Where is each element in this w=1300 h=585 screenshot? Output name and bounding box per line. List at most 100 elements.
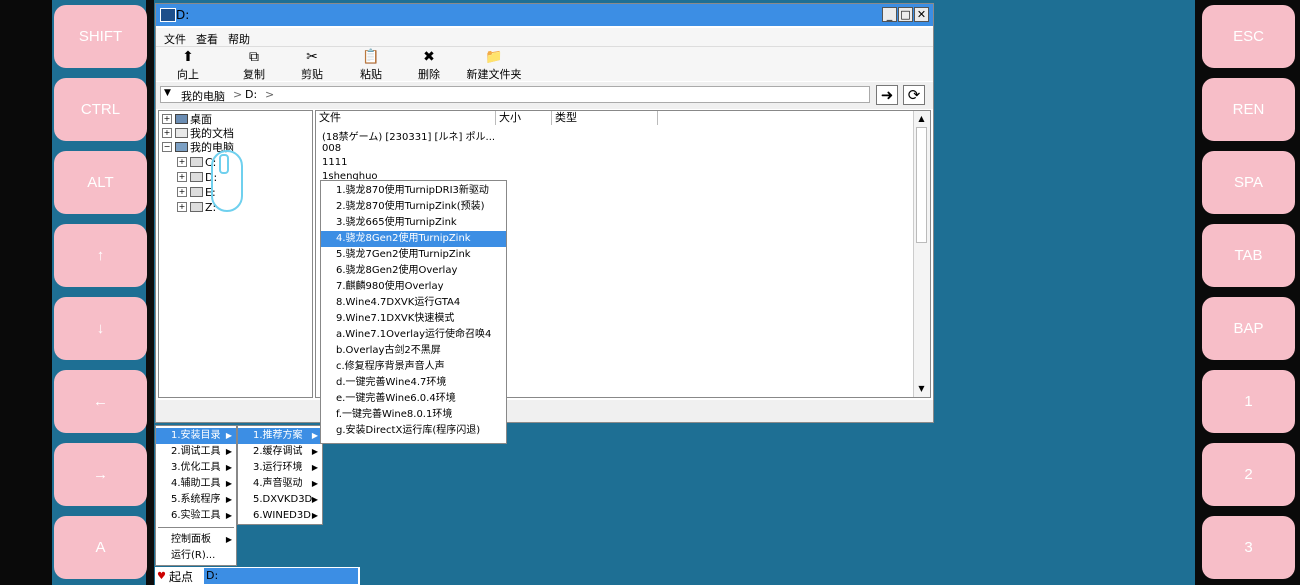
key-down[interactable]: ↓ <box>54 297 147 360</box>
menu-item-option[interactable]: 6.骁龙8Gen2使用Overlay <box>321 263 506 279</box>
menu-item-cache-debug[interactable]: 2.缓存调试 ▶ <box>238 444 322 460</box>
breadcrumb-d-drive[interactable]: D: <box>245 88 257 101</box>
key-esc[interactable]: ESC <box>1202 5 1295 68</box>
menu-item-aux-tools[interactable]: 4.辅助工具 ▶ <box>156 476 236 492</box>
key-spa[interactable]: SPA <box>1202 151 1295 214</box>
desktop-divider <box>146 0 154 585</box>
menu-item-option[interactable]: a.Wine7.1Overlay运行使命召唤4 <box>321 327 506 343</box>
chevron-right-icon: ▶ <box>311 495 318 504</box>
menu-item-debug-tools[interactable]: 2.调试工具 ▶ <box>156 444 236 460</box>
key-3[interactable]: 3 <box>1202 516 1295 579</box>
key-tab[interactable]: TAB <box>1202 224 1295 287</box>
expand-icon[interactable]: + <box>177 187 187 197</box>
menu-item-wined3d[interactable]: 6.WINED3D ▶ <box>238 508 322 524</box>
address-bar[interactable]: ▼ 我的电脑 > D: > <box>160 86 870 103</box>
collapse-icon[interactable]: − <box>162 142 172 152</box>
menu-view[interactable]: 查看 <box>196 31 218 47</box>
menu-item-option[interactable]: 7.麒麟980使用Overlay <box>321 279 506 295</box>
computer-icon <box>175 142 188 152</box>
key-ren[interactable]: REN <box>1202 78 1295 141</box>
menu-item-option[interactable]: f.一键完善Wine8.0.1环境 <box>321 407 506 423</box>
up-button[interactable]: ⬆ 向上 <box>160 49 216 82</box>
cut-button[interactable]: ✂ 剪贴 <box>284 49 340 82</box>
key-ctrl[interactable]: CTRL <box>54 78 147 141</box>
menu-item-runtime-env[interactable]: 3.运行环境 ▶ <box>238 460 322 476</box>
drive-icon <box>190 187 203 197</box>
start-button[interactable]: ♥ 起点 <box>157 568 202 584</box>
menu-item-option[interactable]: 5.骁龙7Gen2使用TurnipZink <box>321 247 506 263</box>
copy-icon: ⧉ <box>249 49 259 65</box>
paste-button[interactable]: 📋 粘贴 <box>343 49 399 82</box>
column-header-size[interactable]: 大小 <box>496 111 552 125</box>
menu-item-recommended[interactable]: 1.推荐方案 ▶ <box>238 428 322 444</box>
menu-item-dxvkd3d[interactable]: 5.DXVKD3D ▶ <box>238 492 322 508</box>
menu-item-option[interactable]: d.一键完善Wine4.7环境 <box>321 375 506 391</box>
taskbar-item-d-drive[interactable]: D: <box>204 568 358 584</box>
delete-button[interactable]: ✖ 删除 <box>401 49 457 82</box>
menu-item-option[interactable]: 8.Wine4.7DXVK运行GTA4 <box>321 295 506 311</box>
arrow-up-icon: ⬆ <box>182 49 194 65</box>
mouse-cursor-icon <box>211 150 243 212</box>
list-item[interactable]: 008 <box>322 143 341 154</box>
chevron-right-icon: ▶ <box>311 479 318 488</box>
menu-item-install-dir[interactable]: 1.安装目录 ▶ <box>156 428 236 444</box>
list-item[interactable]: (18禁ゲーム) [230331] [ルネ] ポル... <box>322 128 495 143</box>
dropdown-icon[interactable]: ▼ <box>164 88 171 98</box>
key-shift[interactable]: SHIFT <box>54 5 147 68</box>
maximize-button[interactable]: □ <box>898 7 913 22</box>
chevron-right-icon: ▶ <box>311 463 318 472</box>
menu-item-experimental-tools[interactable]: 6.实验工具 ▶ <box>156 508 236 524</box>
expand-icon[interactable]: + <box>177 202 187 212</box>
menu-item-option[interactable]: b.Overlay古剑2不黑屏 <box>321 343 506 359</box>
key-up[interactable]: ↑ <box>54 224 147 287</box>
menu-item-option[interactable]: 4.骁龙8Gen2使用TurnipZink <box>321 231 506 247</box>
expand-icon[interactable]: + <box>177 172 187 182</box>
menu-item-option[interactable]: 9.Wine7.1DXVK快速模式 <box>321 311 506 327</box>
tree-item-e-drive[interactable]: + E: <box>177 185 216 199</box>
expand-icon[interactable]: + <box>177 157 187 167</box>
menu-item-option[interactable]: g.安装DirectX运行库(程序闪退) <box>321 423 506 439</box>
chevron-right-icon: ▶ <box>225 479 232 488</box>
title-bar[interactable]: D: _ □ ✕ <box>156 4 933 26</box>
menu-item-audio-driver[interactable]: 4.声音驱动 ▶ <box>238 476 322 492</box>
expand-icon[interactable]: + <box>162 128 172 138</box>
tree-item-desktop[interactable]: + 桌面 <box>162 112 212 126</box>
list-item[interactable]: 1111 <box>322 157 347 168</box>
menu-item-option[interactable]: 2.骁龙870使用TurnipZink(预装) <box>321 199 506 215</box>
key-alt[interactable]: ALT <box>54 151 147 214</box>
menu-item-run[interactable]: 运行(R)... <box>156 548 236 564</box>
new-folder-button[interactable]: 📁 新建文件夹 <box>458 49 530 82</box>
key-a[interactable]: A <box>54 516 147 579</box>
menu-item-option[interactable]: 1.骁龙870使用TurnipDRI3新驱动 <box>321 183 506 199</box>
scroll-up-icon[interactable]: ▲ <box>916 113 927 125</box>
menu-help[interactable]: 帮助 <box>228 31 250 47</box>
menu-item-system-programs[interactable]: 5.系统程序 ▶ <box>156 492 236 508</box>
menu-item-optimize-tools[interactable]: 3.优化工具 ▶ <box>156 460 236 476</box>
go-button[interactable]: ➜ <box>876 85 898 105</box>
close-button[interactable]: ✕ <box>914 7 929 22</box>
menu-item-option[interactable]: e.一键完善Wine6.0.4环境 <box>321 391 506 407</box>
menu-item-control-panel[interactable]: 控制面板 ▶ <box>156 532 236 548</box>
minimize-button[interactable]: _ <box>882 7 897 22</box>
key-left[interactable]: ← <box>54 370 147 433</box>
refresh-button[interactable]: ⟳ <box>903 85 925 105</box>
tree-item-z-drive[interactable]: + Z: <box>177 200 216 214</box>
key-2[interactable]: 2 <box>1202 443 1295 506</box>
copy-button[interactable]: ⧉ 复制 <box>226 49 282 82</box>
start-menu: 1.安装目录 ▶ 2.调试工具 ▶ 3.优化工具 ▶ 4.辅助工具 ▶ 5.系统程序 ▶ … <box>155 425 237 566</box>
column-header-name[interactable]: 文件 <box>316 111 496 125</box>
menu-item-option[interactable]: 3.骁龙665使用TurnipZink <box>321 215 506 231</box>
expand-icon[interactable]: + <box>162 114 172 124</box>
breadcrumb-my-computer[interactable]: 我的电脑 <box>181 88 225 104</box>
x-icon: ✖ <box>423 49 435 65</box>
key-1[interactable]: 1 <box>1202 370 1295 433</box>
key-right[interactable]: → <box>54 443 147 506</box>
menu-file[interactable]: 文件 <box>164 31 186 47</box>
scroll-thumb[interactable] <box>916 127 927 243</box>
key-bap[interactable]: BAP <box>1202 297 1295 360</box>
column-header-type[interactable]: 类型 <box>552 111 658 125</box>
scroll-down-icon[interactable]: ▼ <box>916 383 927 395</box>
menu-item-option[interactable]: c.修复程序背景声音人声 <box>321 359 506 375</box>
tree-item-documents[interactable]: + 我的文档 <box>162 126 234 140</box>
vertical-scrollbar[interactable]: ▲ ▼ <box>913 111 930 397</box>
